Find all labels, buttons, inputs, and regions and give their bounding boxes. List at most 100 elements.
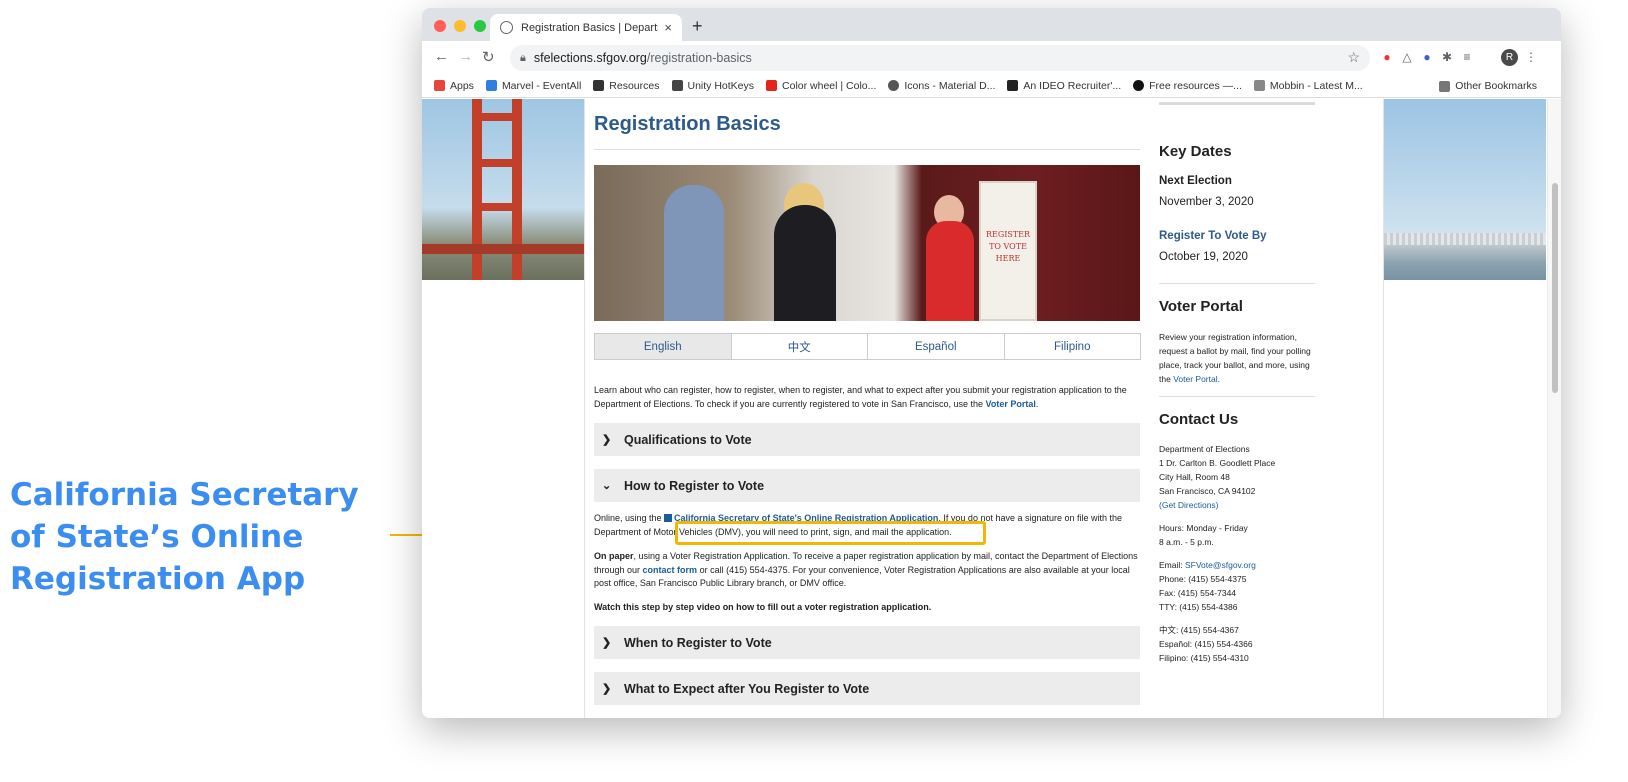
address-line: City Hall, Room 48 <box>1159 472 1230 482</box>
bookmark-mobbin[interactable]: Mobbin - Latest M... <box>1253 79 1363 92</box>
email-link[interactable]: SFVote@sfgov.org <box>1185 560 1256 570</box>
phone-line: Phone: (415) 554-4375 <box>1159 574 1247 584</box>
new-tab-plus-icon[interactable]: + <box>692 16 703 37</box>
profile-avatar[interactable]: R <box>1501 49 1518 66</box>
register-by-link[interactable]: Register To Vote By <box>1159 230 1267 242</box>
next-election-label: Next Election <box>1159 175 1232 187</box>
minimize-window-button[interactable] <box>454 20 466 32</box>
accordion-qualifications[interactable]: ❯ Qualifications to Vote <box>594 423 1140 456</box>
hours-line: 8 a.m. - 5 p.m. <box>1159 537 1214 547</box>
tab-english[interactable]: English <box>594 333 732 360</box>
tab-filipino[interactable]: Filipino <box>1003 333 1141 360</box>
chevron-right-icon: ❯ <box>602 434 612 446</box>
bookmark-other[interactable]: Other Bookmarks <box>1439 80 1537 92</box>
bookmark-material-icons[interactable]: Icons - Material D... <box>888 80 995 92</box>
bookmark-resources[interactable]: Resources <box>593 80 660 92</box>
adobe-icon <box>766 80 778 91</box>
voter-portal-sidebar-link[interactable]: Voter Portal <box>1173 374 1217 384</box>
sidebar-divider <box>1159 396 1315 397</box>
reading-list-icon[interactable]: ≡ <box>1460 50 1474 64</box>
maximize-window-button[interactable] <box>474 20 486 32</box>
accordion-how-to-register[interactable]: ⌄ How to Register to Vote <box>594 469 1140 502</box>
chevron-down-icon: ⌄ <box>602 480 612 492</box>
photo-person <box>664 185 724 321</box>
bridge-crossbar <box>472 113 522 121</box>
voter-portal-text: Review your registration information, re… <box>1159 330 1317 386</box>
bookmark-apps[interactable]: Apps <box>434 80 474 92</box>
chevron-right-icon: ❯ <box>602 683 612 695</box>
paper-registration-paragraph: On paper, using a Voter Registration App… <box>594 550 1140 591</box>
bookmark-label: An IDEO Recruiter'... <box>1023 79 1122 92</box>
lock-icon: 🔒︎ <box>520 51 526 64</box>
contact-phones: Email: SFVote@sfgov.org Phone: (415) 554… <box>1159 558 1317 614</box>
bookmark-color-wheel[interactable]: Color wheel | Colo... <box>766 80 876 92</box>
skyline-photo <box>1384 99 1546 280</box>
tab-spanish[interactable]: Español <box>867 333 1005 360</box>
bookmark-unity[interactable]: Unity HotKeys <box>671 79 755 92</box>
accordion-label: How to Register to Vote <box>624 478 765 493</box>
back-arrow-icon[interactable]: ← <box>434 48 449 65</box>
voter-portal-heading: Voter Portal <box>1159 298 1243 315</box>
extension-blue-icon[interactable]: ● <box>1420 50 1434 64</box>
video-link[interactable]: Watch this step by step video on how to … <box>594 601 1140 615</box>
accordion-what-to-expect[interactable]: ❯ What to Expect after You Register to V… <box>594 672 1140 705</box>
ideo-icon <box>1007 80 1019 91</box>
folder-icon <box>1439 80 1451 92</box>
get-directions-link[interactable]: (Get Directions) <box>1159 498 1317 512</box>
puzzle-icon[interactable]: ✱ <box>1440 50 1454 64</box>
contact-heading: Contact Us <box>1159 411 1239 428</box>
browser-tab[interactable]: Registration Basics | Departme × <box>490 14 682 41</box>
tab-close-icon[interactable]: × <box>664 20 672 35</box>
bookmarks-bar: Apps Marvel - EventAll Resources Unity H… <box>422 74 1561 98</box>
register-to-vote-sign: REGISTER TO VOTE HERE <box>979 181 1037 321</box>
address-bar[interactable]: 🔒︎ sfelections.sfgov.org /registration-b… <box>510 45 1370 71</box>
bridge-crossbar <box>472 203 522 211</box>
online-prefix: Online, using the <box>594 513 665 523</box>
hours-line: Hours: Monday - Friday <box>1159 523 1248 533</box>
drive-triangle-icon[interactable]: △ <box>1400 50 1414 64</box>
tab-chinese[interactable]: 中文 <box>730 333 868 360</box>
accordion-label: Qualifications to Vote <box>624 432 752 447</box>
paper-bold: On paper <box>594 551 634 561</box>
page-title: Registration Basics <box>594 113 781 135</box>
sidebar-divider <box>1159 283 1315 284</box>
address-line: San Francisco, CA 94102 <box>1159 486 1256 496</box>
forward-arrow-icon[interactable]: → <box>458 48 473 65</box>
close-window-button[interactable] <box>434 20 446 32</box>
accordion-label: What to Expect after You Register to Vot… <box>624 681 870 696</box>
notion-icon <box>593 80 605 91</box>
browser-toolbar: ← → ↻ 🔒︎ sfelections.sfgov.org /registra… <box>422 41 1561 74</box>
reload-icon[interactable]: ↻ <box>482 48 495 66</box>
contact-form-link[interactable]: contact form <box>643 565 698 575</box>
photo-person <box>774 205 836 321</box>
url-path: /registration-basics <box>646 51 752 65</box>
scrollbar-thumb[interactable] <box>1552 183 1558 393</box>
bookmark-star-icon[interactable]: ☆ <box>1347 49 1360 66</box>
voter-portal-link[interactable]: Voter Portal <box>986 399 1036 409</box>
register-by-date: October 19, 2020 <box>1159 251 1248 263</box>
bookmark-label: Mobbin - Latest M... <box>1269 79 1363 92</box>
bookmark-marvel[interactable]: Marvel - EventAll <box>485 79 582 92</box>
browser-window: Registration Basics | Departme × + ← → ↻… <box>422 8 1561 718</box>
bridge-deck <box>422 244 584 254</box>
page-divider <box>1383 99 1384 718</box>
intro-text: Learn about who can register, how to reg… <box>594 385 1127 409</box>
bookmark-ideo[interactable]: An IDEO Recruiter'... <box>1007 80 1121 92</box>
page-divider <box>584 99 585 718</box>
title-divider <box>594 149 1140 150</box>
bookmark-label: Unity HotKeys <box>687 79 755 92</box>
page-scrollbar[interactable] <box>1547 99 1561 718</box>
accordion-when-to-register[interactable]: ❯ When to Register to Vote <box>594 626 1140 659</box>
bookmark-label: Apps <box>450 79 474 92</box>
external-link-icon <box>664 514 673 522</box>
page-viewport: Registration Basics REGISTER TO VOTE HER… <box>422 99 1561 718</box>
bookmark-free-resources[interactable]: Free resources —... <box>1133 80 1242 92</box>
callout-highlight-box <box>675 521 986 545</box>
intro-paragraph: Learn about who can register, how to reg… <box>594 383 1140 411</box>
mobbin-icon <box>1253 80 1265 91</box>
contact-hours: Hours: Monday - Friday 8 a.m. - 5 p.m. <box>1159 521 1317 549</box>
extension-red-icon[interactable]: ● <box>1380 50 1394 64</box>
bookmark-label: Marvel - EventAll <box>501 79 582 92</box>
golden-gate-photo <box>422 99 584 280</box>
menu-kebab-icon[interactable]: ⋮ <box>1524 50 1538 64</box>
